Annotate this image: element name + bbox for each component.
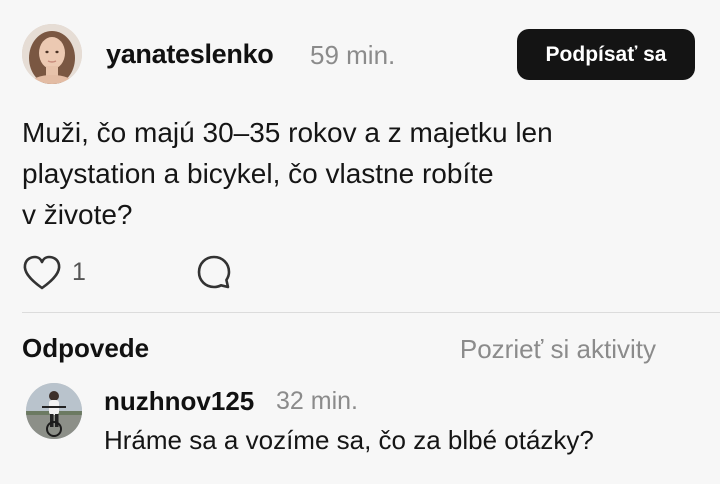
reply-username[interactable]: nuzhnov125 xyxy=(104,386,254,417)
post-text: Muži, čo majú 30–35 rokov a z majetku le… xyxy=(22,112,662,235)
post-text-line: v živote? xyxy=(22,199,133,230)
like-count: 1 xyxy=(72,258,86,286)
profile-photo xyxy=(26,383,82,439)
post-timestamp: 59 min. xyxy=(310,40,396,70)
avatar[interactable] xyxy=(22,24,82,84)
comment-icon[interactable] xyxy=(196,254,232,290)
thread-page: yanateslenko 59 min. Podpísať sa Muži, č… xyxy=(0,0,720,484)
avatar[interactable] xyxy=(26,383,82,439)
post-actions: 1 xyxy=(22,254,322,294)
follow-button[interactable]: Podpísať sa xyxy=(517,29,695,80)
divider xyxy=(22,312,720,313)
view-activity-link[interactable]: Pozrieť si aktivity xyxy=(460,334,656,365)
reply-text: Hráme sa a vozíme sa, čo za blbé otázky? xyxy=(104,425,594,455)
replies-heading: Odpovede xyxy=(22,333,150,363)
profile-photo xyxy=(22,24,82,84)
reply-timestamp: 32 min. xyxy=(276,387,358,415)
post-header: yanateslenko 59 min. Podpísať sa xyxy=(22,24,698,86)
post-text-line: playstation a bicykel, čo vlastne robíte xyxy=(22,158,494,189)
post-username[interactable]: yanateslenko xyxy=(106,39,274,70)
reply-item: nuzhnov125 32 min. Hráme sa a vozíme sa,… xyxy=(26,383,706,463)
post-text-line: Muži, čo majú 30–35 rokov a z majetku le… xyxy=(22,117,553,148)
heart-icon[interactable] xyxy=(22,255,62,291)
